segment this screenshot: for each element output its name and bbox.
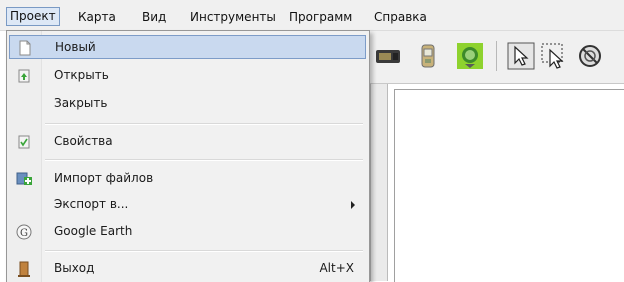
import-icon — [15, 170, 33, 188]
google-earth-icon: G — [15, 223, 33, 241]
menu-item-label: Новый — [55, 40, 96, 54]
menu-item-export[interactable]: Экспорт в... — [9, 193, 366, 217]
toolbar — [370, 31, 624, 84]
menu-tools[interactable]: Инструменты — [190, 8, 276, 26]
properties-icon — [15, 133, 33, 151]
open-icon — [15, 67, 33, 85]
submenu-arrow-icon — [351, 201, 355, 209]
menu-item-label: Закрыть — [54, 96, 108, 110]
map-pane[interactable] — [394, 89, 624, 282]
menu-item-open[interactable]: Открыть — [9, 64, 366, 88]
menu-separator — [45, 250, 363, 252]
no-entry-icon[interactable] — [576, 42, 604, 70]
handheld-device-icon[interactable] — [414, 42, 442, 70]
menu-item-properties[interactable]: Свойства — [9, 130, 366, 154]
menu-view[interactable]: Вид — [142, 8, 166, 26]
menu-item-label: Импорт файлов — [54, 171, 154, 185]
menu-separator — [45, 123, 363, 125]
menu-item-new[interactable]: Новый — [9, 35, 366, 59]
menu-project[interactable]: Проект — [6, 7, 60, 26]
new-document-icon — [16, 39, 34, 57]
gps-device-icon[interactable] — [374, 42, 402, 70]
menu-programs[interactable]: Программ — [289, 8, 371, 26]
menu-item-label: Google Earth — [54, 224, 133, 238]
side-panel-edge — [370, 84, 388, 281]
exit-icon — [15, 260, 33, 278]
globe-icon[interactable] — [456, 42, 484, 70]
menu-item-import-files[interactable]: Импорт файлов — [9, 167, 366, 191]
menubar: Проект Карта Вид Инструменты Программ Сп… — [0, 0, 624, 31]
shortcut-label: Alt+X — [319, 261, 354, 275]
menu-help[interactable]: Справка — [374, 8, 427, 26]
svg-text:G: G — [20, 228, 28, 239]
menu-item-label: Свойства — [54, 134, 113, 148]
menu-map[interactable]: Карта — [78, 8, 116, 26]
menu-item-label: Открыть — [54, 68, 109, 82]
project-menu: Новый Открыть Закрыть Свойства Импорт фа… — [6, 30, 370, 282]
menu-item-close[interactable]: Закрыть — [9, 92, 366, 116]
select-region-icon[interactable] — [540, 42, 568, 70]
menu-item-google-earth[interactable]: G Google Earth — [9, 220, 366, 244]
select-arrow-icon[interactable] — [507, 42, 535, 70]
menu-item-label: Выход — [54, 261, 95, 275]
menu-separator — [45, 159, 363, 161]
menu-item-label: Экспорт в... — [54, 197, 129, 211]
menu-item-exit[interactable]: Выход Alt+X — [9, 257, 366, 281]
